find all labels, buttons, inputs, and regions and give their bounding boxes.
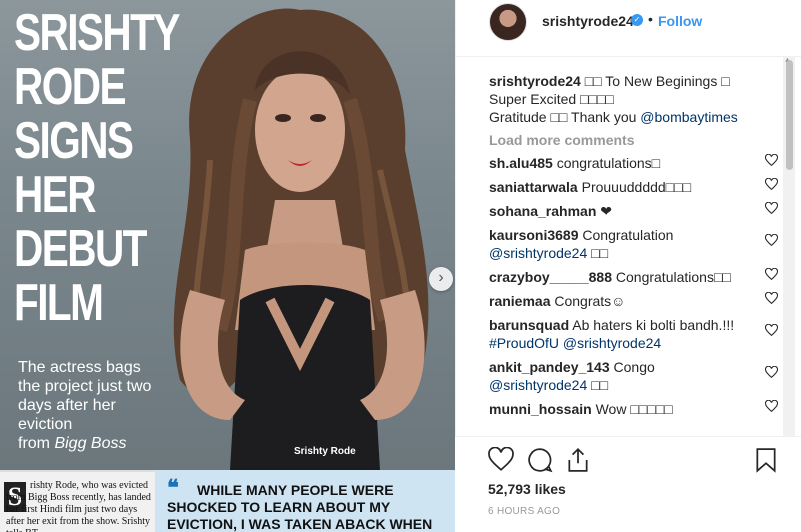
comment-username[interactable]: sh.alu485 xyxy=(489,155,553,171)
comment: sh.alu485 congratulations□ xyxy=(489,154,779,172)
comment-username[interactable]: raniemaa xyxy=(489,293,550,309)
comment: crazyboy_____888 Congratulations□□ xyxy=(489,268,779,286)
pull-quote-text: WHILE MANY PEOPLE WERE SHOCKED TO LEARN … xyxy=(167,482,433,532)
caption-line: Gratitude □□ Thank you xyxy=(489,109,641,125)
headline-line: SIGNS xyxy=(14,112,134,170)
comment: saniattarwala Prouuuddddd□□□ xyxy=(489,178,779,196)
follow-button[interactable]: Follow xyxy=(658,13,702,29)
heart-icon[interactable] xyxy=(765,234,779,248)
news-column-left: S rishty Rode, who was evicted from Bigg… xyxy=(0,470,155,532)
load-more-comments-button[interactable]: Load more comments xyxy=(489,132,779,148)
comment-mention[interactable]: @srishtyrode24 xyxy=(489,245,587,261)
heart-icon[interactable] xyxy=(765,366,779,380)
headline: SRISHTY RODE SIGNS HER DEBUT FILM xyxy=(14,4,180,332)
like-count[interactable]: 52,793 likes xyxy=(488,481,566,497)
comment-hashtag[interactable]: #ProudOfU xyxy=(489,335,559,351)
subhead-show-name: Bigg Boss xyxy=(54,435,127,452)
comment-username[interactable]: ankit_pandey_143 xyxy=(489,359,610,375)
photo-credit: Srishty Rode xyxy=(294,446,356,457)
heart-icon[interactable] xyxy=(765,400,779,414)
header-divider xyxy=(456,56,801,57)
comment-icon[interactable] xyxy=(527,447,553,473)
comment-username[interactable]: sohana_rahman xyxy=(489,203,596,219)
avatar[interactable] xyxy=(489,3,527,41)
news-column-right: ❝ WHILE MANY PEOPLE WERE SHOCKED TO LEAR… xyxy=(155,470,455,532)
heart-icon[interactable] xyxy=(765,324,779,338)
comment-text: Congratulation xyxy=(578,227,674,243)
comment-username[interactable]: barunsquad xyxy=(489,317,569,333)
headline-line: DEBUT xyxy=(14,220,147,278)
heart-icon[interactable] xyxy=(765,154,779,168)
bookmark-icon[interactable] xyxy=(753,447,779,473)
subhead-line: days after her xyxy=(18,397,116,414)
comment-text: congratulations□ xyxy=(552,155,661,171)
headline-line: HER xyxy=(14,166,97,224)
subhead: The actress bags the project just two da… xyxy=(18,358,168,453)
comment: raniemaa Congrats☺ xyxy=(489,292,779,310)
comment-text: Congratulations□□ xyxy=(612,269,731,285)
share-icon[interactable] xyxy=(565,447,591,473)
subhead-line: the project just two xyxy=(18,378,152,395)
comment-text: Congrats☺ xyxy=(550,293,626,309)
comment-text: Congo xyxy=(609,359,655,375)
subhead-line: eviction xyxy=(18,416,73,433)
comment-username[interactable]: saniattarwala xyxy=(489,179,578,195)
woman-portrait-illustration xyxy=(173,8,429,470)
headline-line: FILM xyxy=(14,274,104,332)
subhead-line: The actress bags xyxy=(18,359,141,376)
subhead-line: from Bigg Boss xyxy=(18,434,168,453)
post-header: srishtyrode24 ✓ • Follow xyxy=(456,0,801,41)
post-timestamp[interactable]: 6 HOURS AGO xyxy=(488,506,560,517)
comment-text: Prouuuddddd□□□ xyxy=(577,179,692,195)
heart-icon[interactable] xyxy=(765,268,779,282)
subhead-from: from xyxy=(18,435,55,452)
chevron-right-icon[interactable]: › xyxy=(429,267,453,291)
heart-icon[interactable] xyxy=(488,446,514,473)
comments-list: srishtyrode24 □□ To New Beginings □ Supe… xyxy=(489,72,779,418)
caption-line: Super Excited □□□□ xyxy=(489,91,614,107)
comment: kaursoni3689 Congratulation @srishtyrode… xyxy=(489,226,779,262)
headline-line: RODE xyxy=(14,58,127,116)
caption-username[interactable]: srishtyrode24 xyxy=(489,73,581,89)
headline-line: SRISHTY xyxy=(14,4,180,62)
comment-text: ❤ xyxy=(596,203,612,219)
comment-text: □□ xyxy=(587,377,609,393)
comment-username[interactable]: crazyboy_____888 xyxy=(489,269,612,285)
post-image[interactable]: SRISHTY RODE SIGNS HER DEBUT FILM The ac… xyxy=(0,0,455,532)
comment-text: Wow □□□□□ xyxy=(591,401,673,417)
comment: munni_hossain Wow □□□□□ xyxy=(489,400,779,418)
heart-icon[interactable] xyxy=(765,292,779,306)
comment: ankit_pandey_143 Congo @srishtyrode24 □□ xyxy=(489,358,779,394)
comment: sohana_rahman ❤ xyxy=(489,202,779,220)
separator-dot: • xyxy=(648,11,653,27)
caption-line: □□ To New Beginings □ xyxy=(584,73,730,89)
comment-mention[interactable]: @srishtyrode24 xyxy=(489,377,587,393)
caption: srishtyrode24 □□ To New Beginings □ Supe… xyxy=(489,72,779,126)
comment-text: Ab haters ki bolti bandh.!!! xyxy=(569,317,735,333)
heart-icon[interactable] xyxy=(765,202,779,216)
verified-badge-icon: ✓ xyxy=(631,14,643,26)
comment-username[interactable]: munni_hossain xyxy=(489,401,592,417)
post-actions: 52,793 likes 6 HOURS AGO xyxy=(455,436,801,532)
news-text: rishty Rode, who was evicted from Bigg B… xyxy=(6,480,151,532)
heart-icon[interactable] xyxy=(765,178,779,192)
comment: barunsquad Ab haters ki bolti bandh.!!! … xyxy=(489,316,779,352)
caption-mention[interactable]: @bombaytimes xyxy=(640,109,737,125)
comment-username[interactable]: kaursoni3689 xyxy=(489,227,579,243)
header-username[interactable]: srishtyrode24 xyxy=(542,13,634,29)
scrollbar-thumb[interactable] xyxy=(786,60,793,170)
comment-mention[interactable]: @srishtyrode24 xyxy=(559,335,661,351)
comment-text: □□ xyxy=(587,245,609,261)
